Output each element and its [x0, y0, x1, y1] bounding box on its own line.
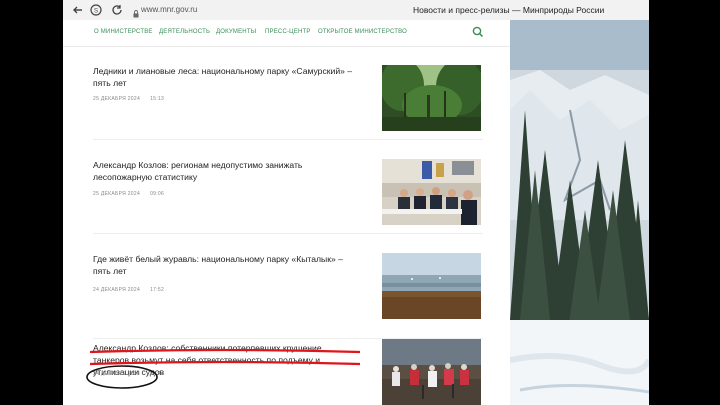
reload-icon[interactable]: [110, 3, 124, 17]
svg-text:S: S: [94, 9, 98, 15]
address-bar[interactable]: www.mnr.gov.ru: [141, 5, 197, 14]
back-arrow-icon[interactable]: [71, 3, 85, 17]
side-banner-winter-forest: [510, 20, 649, 405]
annotation-overlay: [86, 348, 361, 389]
browser-toolbar: S www.mnr.gov.ru Новости и пресс-релизы …: [63, 0, 649, 21]
window-title: Новости и пресс-релизы — Минприроды Росс…: [413, 5, 605, 15]
news-page: О МИНИСТЕРСТВЕ ДЕЯТЕЛЬНОСТЬ ДОКУМЕНТЫ ПР…: [63, 20, 510, 405]
yandex-browser-icon[interactable]: S: [89, 3, 103, 17]
lock-icon: [133, 5, 139, 18]
screen: S www.mnr.gov.ru Новости и пресс-релизы …: [63, 0, 649, 405]
